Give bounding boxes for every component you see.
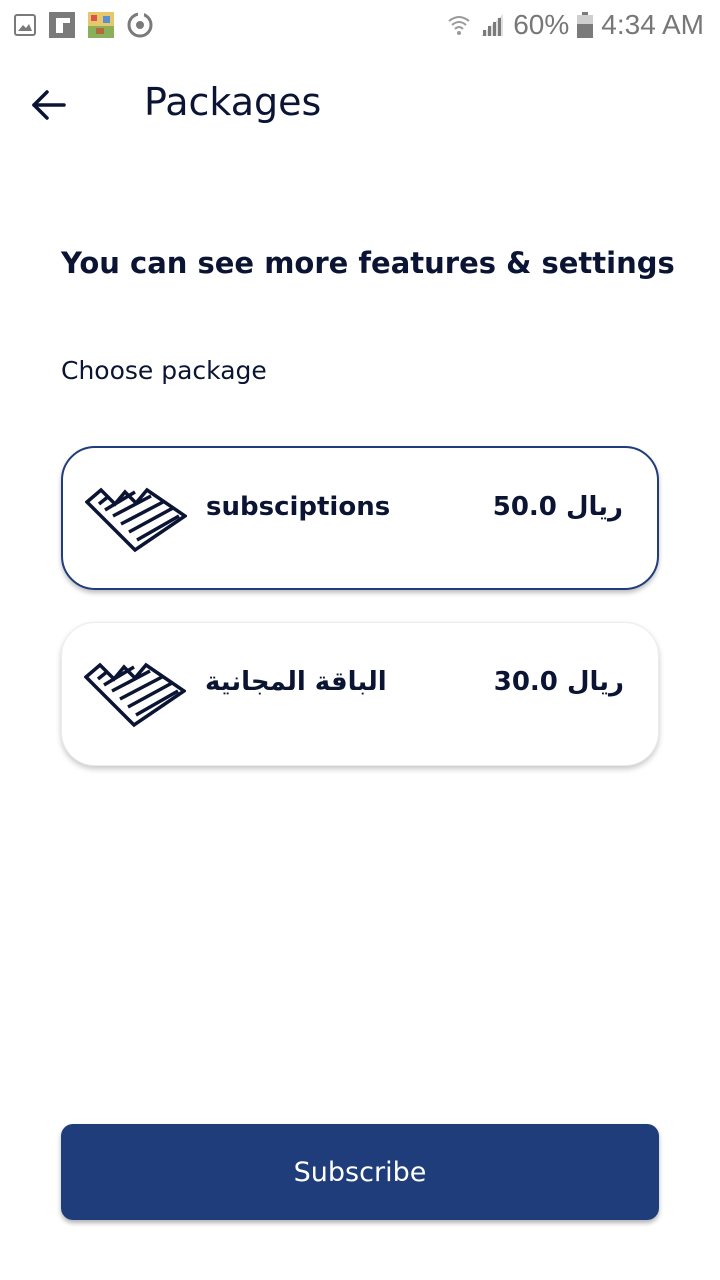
headline: You can see more features & settings: [61, 246, 675, 280]
subscribe-button[interactable]: Subscribe: [61, 1124, 659, 1220]
sync-icon: [126, 11, 154, 39]
heart-lines-logo-icon: [84, 662, 186, 728]
clock: 4:34 AM: [601, 9, 704, 40]
package-name: subsciptions: [206, 492, 391, 522]
package-price: 50.0 ريال: [492, 492, 623, 522]
flipboard-icon: [48, 11, 76, 39]
battery-percent: 60%: [513, 9, 570, 40]
system-status: 60% 4:34 AM: [439, 9, 704, 41]
battery-icon: [577, 12, 594, 38]
screen: 60% 4:34 AM Packages You can see more fe…: [0, 0, 720, 1280]
arrow-left-icon: [32, 90, 66, 120]
gallery-icon: [14, 14, 36, 36]
status-bar: 60% 4:34 AM: [0, 0, 720, 50]
page-title: Packages: [144, 80, 322, 124]
game-app-icon: [88, 12, 114, 38]
package-price: 30.0 ريال: [493, 667, 624, 697]
back-button[interactable]: [22, 78, 76, 132]
app-bar: Packages: [0, 60, 720, 150]
choose-package-label: Choose package: [61, 356, 267, 385]
package-name: الباقة المجانية: [205, 667, 387, 697]
cell-signal-icon: [479, 12, 505, 38]
package-card-free[interactable]: الباقة المجانية 30.0 ريال: [61, 622, 659, 766]
heart-lines-logo-icon: [85, 487, 187, 553]
notification-icons: [14, 11, 166, 39]
package-card-subscriptions[interactable]: subsciptions 50.0 ريال: [61, 446, 659, 590]
wifi-icon: [447, 13, 471, 37]
